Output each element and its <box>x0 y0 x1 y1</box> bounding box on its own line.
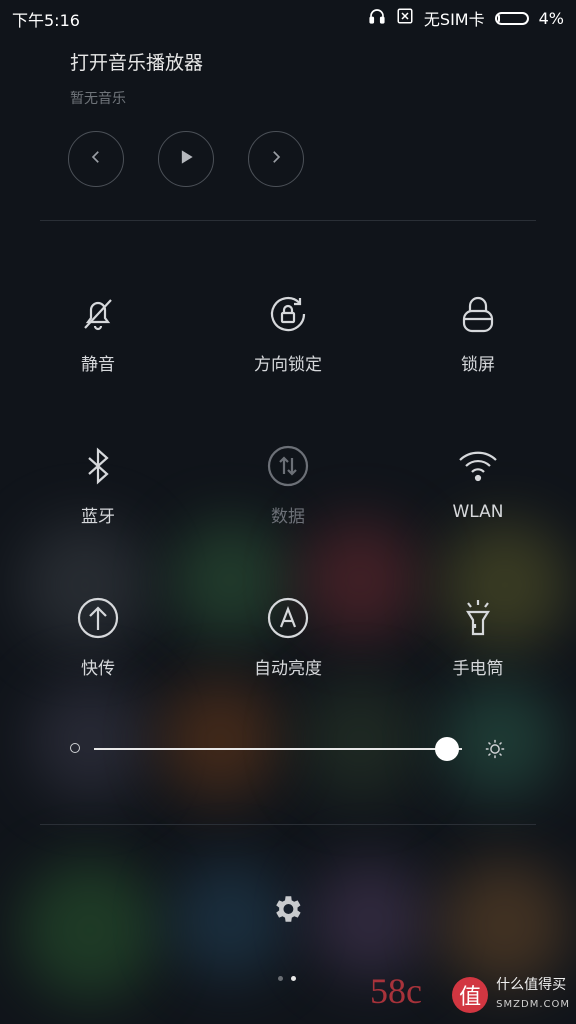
status-bar: 下午5:16 无SIM卡 4% <box>0 0 576 34</box>
watermark-brand-text: 什么值得买 <box>496 977 567 993</box>
toggle-auto-brightness[interactable]: 自动亮度 <box>228 596 348 696</box>
toggle-quick-transfer[interactable]: 快传 <box>38 596 158 696</box>
toggle-label: 静音 <box>81 355 115 375</box>
watermark-logo: 值 什么值得买 SMZDM.COM <box>452 976 570 1014</box>
lock-icon <box>456 292 500 336</box>
status-icons: 无SIM卡 4% <box>368 6 564 30</box>
page-indicator <box>278 976 296 981</box>
headphones-icon <box>368 7 386 29</box>
mute-bell-icon <box>76 292 120 336</box>
music-player-title[interactable]: 打开音乐播放器 <box>70 48 203 75</box>
toggle-label: 蓝牙 <box>81 507 115 527</box>
next-button[interactable] <box>248 131 304 187</box>
divider-bottom <box>40 824 536 825</box>
toggle-rotation-lock[interactable]: 方向锁定 <box>228 292 348 392</box>
music-player-subtitle: 暂无音乐 <box>70 91 126 107</box>
toggle-flashlight[interactable]: 手电筒 <box>418 596 538 696</box>
battery-fill <box>497 14 500 22</box>
bluetooth-icon <box>76 444 120 488</box>
quick-transfer-icon <box>76 596 120 640</box>
battery-percent: 4% <box>538 8 564 28</box>
mobile-data-icon <box>266 444 310 488</box>
divider-top <box>40 220 536 221</box>
watermark-site-text: 58c <box>370 971 422 1011</box>
toggle-label: 数据 <box>271 507 305 527</box>
brightness-slider-track[interactable] <box>94 748 462 750</box>
play-icon <box>176 147 196 171</box>
toggle-wlan[interactable]: WLAN <box>418 444 538 544</box>
toggle-label: 手电筒 <box>452 659 504 679</box>
page-dot <box>278 976 283 981</box>
previous-button[interactable] <box>68 131 124 187</box>
next-icon <box>267 148 285 170</box>
auto-brightness-icon <box>266 596 310 640</box>
brightness-low-icon <box>70 743 80 753</box>
wifi-icon <box>456 444 500 488</box>
play-button[interactable] <box>158 131 214 187</box>
rotation-lock-icon <box>266 292 310 336</box>
toggle-mute[interactable]: 静音 <box>38 292 158 392</box>
battery-icon <box>494 11 529 25</box>
page-dot-active <box>291 976 296 981</box>
sim-status-text: 无SIM卡 <box>423 10 485 29</box>
status-time: 下午5:16 <box>12 11 80 30</box>
gear-icon <box>270 896 304 930</box>
toggle-label: 方向锁定 <box>254 355 322 375</box>
watermark-badge: 值 <box>452 977 489 1013</box>
toggle-label: 快传 <box>81 659 115 679</box>
watermark-brand: 什么值得买 SMZDM.COM <box>496 976 570 1014</box>
toggle-bluetooth[interactable]: 蓝牙 <box>38 444 158 544</box>
brightness-high-icon <box>484 738 506 764</box>
watermark-brand-url: SMZDM.COM <box>496 999 570 1010</box>
toggle-label: WLAN <box>452 502 504 522</box>
toggle-label: 自动亮度 <box>254 659 322 679</box>
toggle-mobile-data[interactable]: 数据 <box>228 444 348 544</box>
flashlight-icon <box>456 596 500 640</box>
toggle-label: 锁屏 <box>461 355 495 375</box>
settings-button[interactable] <box>270 892 304 930</box>
no-sim-icon <box>396 7 414 29</box>
toggle-lock-screen[interactable]: 锁屏 <box>418 292 538 392</box>
previous-icon <box>87 148 105 170</box>
